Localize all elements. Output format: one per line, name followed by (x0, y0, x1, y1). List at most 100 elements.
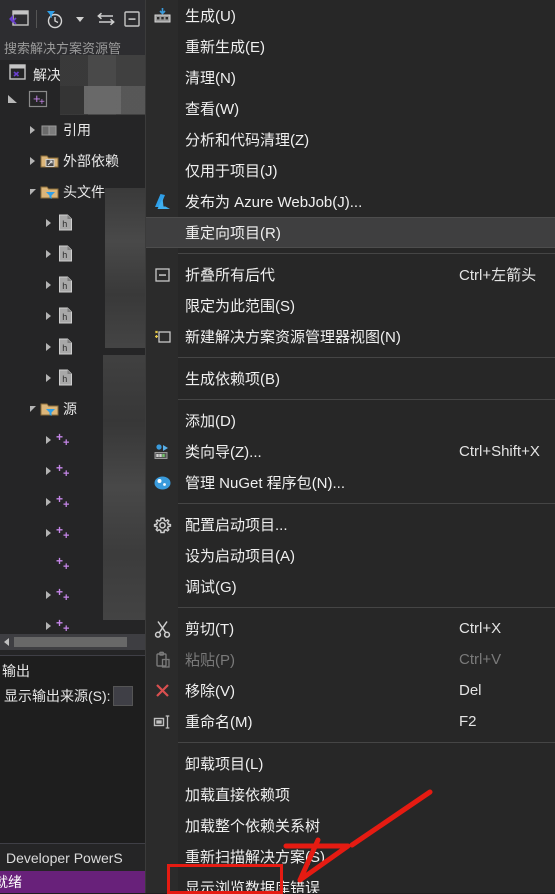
menu-item-配置启动项目[interactable]: 配置启动项目... (146, 509, 555, 540)
solution-tree[interactable]: 引用外部依赖头文件hhhhhh源++++++++++++++++++utils资… (0, 114, 145, 634)
expander-triangle-icon[interactable] (6, 92, 20, 111)
tree-node[interactable]: 源 (0, 393, 145, 424)
twisty-collapsed-icon[interactable] (42, 528, 55, 537)
menu-item-设为启动项目A[interactable]: 设为启动项目(A) (146, 540, 555, 571)
solution-explorer-icon[interactable] (6, 6, 32, 32)
svg-text:+: + (63, 437, 69, 448)
add-cpp-file-icon[interactable]: + + (28, 90, 48, 113)
twisty-collapsed-icon[interactable] (26, 125, 39, 134)
svg-text:h: h (62, 250, 67, 260)
pending-changes-filter-icon[interactable] (41, 6, 67, 32)
twisty-collapsed-icon[interactable] (26, 156, 39, 165)
menu-item-查看W[interactable]: 查看(W) (146, 93, 555, 124)
menu-item-清理N[interactable]: 清理(N) (146, 62, 555, 93)
svg-text:+: + (63, 561, 69, 572)
output-source-label: 显示输出来源(S): (4, 688, 111, 704)
menu-item-no-icon (146, 779, 178, 810)
developer-powershell-tab[interactable]: Developer PowerS (0, 843, 145, 871)
menu-item-重新生成E[interactable]: 重新生成(E) (146, 31, 555, 62)
tree-node[interactable]: 外部依赖 (0, 145, 145, 176)
menu-item-重定向项目R[interactable]: 重定向项目(R) (146, 217, 555, 248)
search-input[interactable]: 搜索解决方案资源管 (0, 38, 145, 60)
menu-item-生成依赖项B[interactable]: 生成依赖项(B) (146, 363, 555, 394)
tree-node[interactable]: h (0, 300, 145, 331)
menu-item-管理NuGet程序包N[interactable]: 管理 NuGet 程序包(N)... (146, 467, 555, 498)
twisty-collapsed-icon[interactable] (42, 342, 55, 351)
menu-item-no-icon (146, 62, 178, 93)
menu-item-剪切T[interactable]: 剪切(T) Ctrl+X (146, 613, 555, 644)
twisty-collapsed-icon[interactable] (42, 590, 55, 599)
solution-icon (8, 64, 28, 86)
status-text: 就绪 (0, 874, 22, 890)
twisty-expanded-icon[interactable] (26, 405, 39, 412)
tree-node[interactable]: h (0, 269, 145, 300)
solution-root-row[interactable]: 解决 (0, 62, 145, 88)
menu-item-移除V[interactable]: 移除(V) Del (146, 675, 555, 706)
menu-item-类向导Z[interactable]: 类向导(Z)... Ctrl+Shift+X (146, 436, 555, 467)
scroll-left-arrow-icon[interactable] (0, 637, 14, 647)
powershell-tab-label: Developer PowerS (6, 849, 123, 866)
tree-node[interactable]: + + (0, 424, 145, 455)
search-placeholder: 搜索解决方案资源管 (4, 41, 122, 56)
menu-item-no-icon (146, 31, 178, 62)
tree-node[interactable]: h (0, 207, 145, 238)
twisty-collapsed-icon[interactable] (42, 435, 55, 444)
cpp-file-icon: + + (55, 555, 75, 572)
menu-item-重命名M[interactable]: 重命名(M) F2 (146, 706, 555, 737)
twisty-collapsed-icon[interactable] (42, 218, 55, 227)
twisty-collapsed-icon[interactable] (42, 466, 55, 475)
tree-node[interactable]: + + (0, 455, 145, 486)
solution-subtoolbar: + + (0, 88, 145, 114)
menu-item-加载直接依赖项[interactable]: 加载直接依赖项 (146, 779, 555, 810)
menu-item-调试G[interactable]: 调试(G) (146, 571, 555, 602)
output-source-dropdown[interactable] (112, 686, 133, 706)
twisty-collapsed-icon[interactable] (42, 497, 55, 506)
menu-item-分析和代码清理Z[interactable]: 分析和代码清理(Z) (146, 124, 555, 155)
tree-node[interactable]: + + (0, 579, 145, 610)
menu-item-限定为此范围S[interactable]: 限定为此范围(S) (146, 290, 555, 321)
menu-item-仅用于项目J[interactable]: 仅用于项目(J) (146, 155, 555, 186)
sync-with-active-document-icon[interactable] (93, 6, 119, 32)
menu-item-no-icon (146, 290, 178, 321)
tree-node-label: 头文件 (63, 183, 105, 200)
tree-node[interactable]: 引用 (0, 114, 145, 145)
tree-node[interactable]: 头文件 (0, 176, 145, 207)
tree-node[interactable]: h (0, 238, 145, 269)
twisty-expanded-icon[interactable] (26, 188, 39, 195)
tree-node[interactable]: + + (0, 486, 145, 517)
new-view-icon (146, 321, 178, 352)
output-source-row: 显示输出来源(S): (0, 684, 145, 708)
menu-item-label: 重定向项目(R) (185, 225, 281, 242)
chevron-down-icon[interactable] (67, 6, 93, 32)
menu-item-no-icon (146, 217, 178, 248)
header-file-icon: h (55, 369, 75, 386)
gear-icon (146, 509, 178, 540)
menu-item-显示浏览数据库错误[interactable]: 显示浏览数据库错误 (146, 872, 555, 893)
menu-item-重新扫描解决方案S[interactable]: 重新扫描解决方案(S) (146, 841, 555, 872)
cpp-file-icon: + + (55, 586, 75, 603)
twisty-collapsed-icon[interactable] (42, 249, 55, 258)
menu-item-折叠所有后代[interactable]: 折叠所有后代 Ctrl+左箭头 (146, 259, 555, 290)
twisty-collapsed-icon[interactable] (42, 621, 55, 630)
twisty-collapsed-icon[interactable] (42, 280, 55, 289)
tree-node[interactable]: h (0, 362, 145, 393)
tree-node[interactable]: + + (0, 610, 145, 634)
menu-item-发布为AzureWebJ[interactable]: 发布为 Azure WebJob(J)... (146, 186, 555, 217)
tree-node[interactable]: h (0, 331, 145, 362)
menu-separator (178, 742, 555, 743)
horizontal-scrollbar[interactable] (0, 634, 145, 650)
menu-item-label: 加载整个依赖关系树 (185, 818, 321, 835)
scrollbar-thumb[interactable] (14, 637, 127, 647)
twisty-collapsed-icon[interactable] (42, 373, 55, 382)
menu-item-新建解决方案资源管理器视[interactable]: 新建解决方案资源管理器视图(N) (146, 321, 555, 352)
menu-item-加载整个依赖关系树[interactable]: 加载整个依赖关系树 (146, 810, 555, 841)
twisty-collapsed-icon[interactable] (42, 311, 55, 320)
menu-item-生成U[interactable]: 生成(U) (146, 0, 555, 31)
tree-node[interactable]: + + (0, 548, 145, 579)
collapse-all-icon[interactable] (119, 6, 145, 32)
menu-item-shortcut: Ctrl+Shift+X (459, 443, 540, 460)
context-menu[interactable]: 生成(U) 重新生成(E) 清理(N) 查看(W) 分析和代码清理(Z) 仅用于项目(J)… (145, 0, 555, 893)
tree-node[interactable]: + + (0, 517, 145, 548)
menu-item-卸载项目L[interactable]: 卸载项目(L) (146, 748, 555, 779)
menu-item-添加D[interactable]: 添加(D) (146, 405, 555, 436)
